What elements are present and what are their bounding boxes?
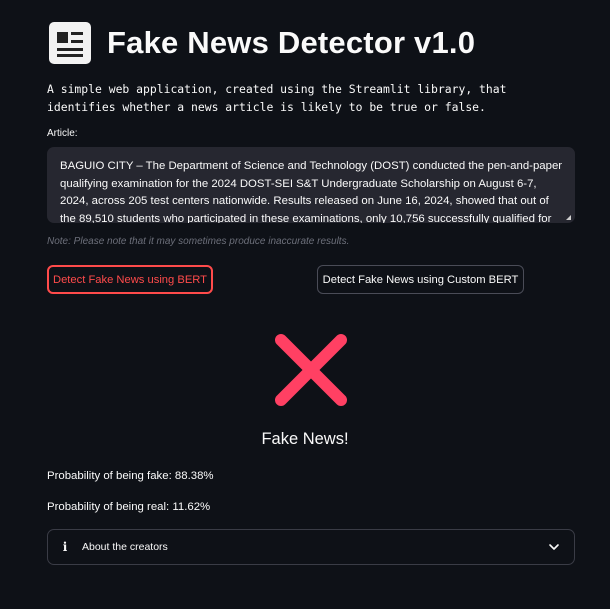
result-label: Fake News!: [261, 430, 349, 448]
newspaper-icon: [49, 22, 91, 64]
detect-custom-bert-button[interactable]: Detect Fake News using Custom BERT: [317, 265, 524, 294]
red-x-icon: [275, 334, 347, 406]
chevron-down-icon[interactable]: [548, 541, 560, 553]
header: Fake News Detector v1.0: [49, 22, 475, 64]
expander-label: About the creators: [82, 541, 168, 553]
accuracy-note: Note: Please note that it may sometimes …: [47, 236, 350, 247]
fake-probability: Probability of being fake: 88.38%: [47, 470, 214, 482]
page-title: Fake News Detector v1.0: [107, 25, 476, 60]
resize-handle-icon[interactable]: [566, 215, 571, 220]
article-textarea[interactable]: BAGUIO CITY – The Department of Science …: [47, 147, 575, 223]
article-text: BAGUIO CITY – The Department of Science …: [60, 160, 563, 223]
app-page: Fake News Detector v1.0 A simple web app…: [0, 0, 610, 609]
real-probability: Probability of being real: 11.62%: [47, 501, 211, 513]
info-icon: i: [62, 540, 68, 554]
article-label: Article:: [47, 128, 78, 139]
about-creators-expander[interactable]: i About the creators: [47, 529, 575, 565]
detect-bert-button[interactable]: Detect Fake News using BERT: [47, 265, 213, 294]
app-description: A simple web application, created using …: [47, 82, 507, 114]
